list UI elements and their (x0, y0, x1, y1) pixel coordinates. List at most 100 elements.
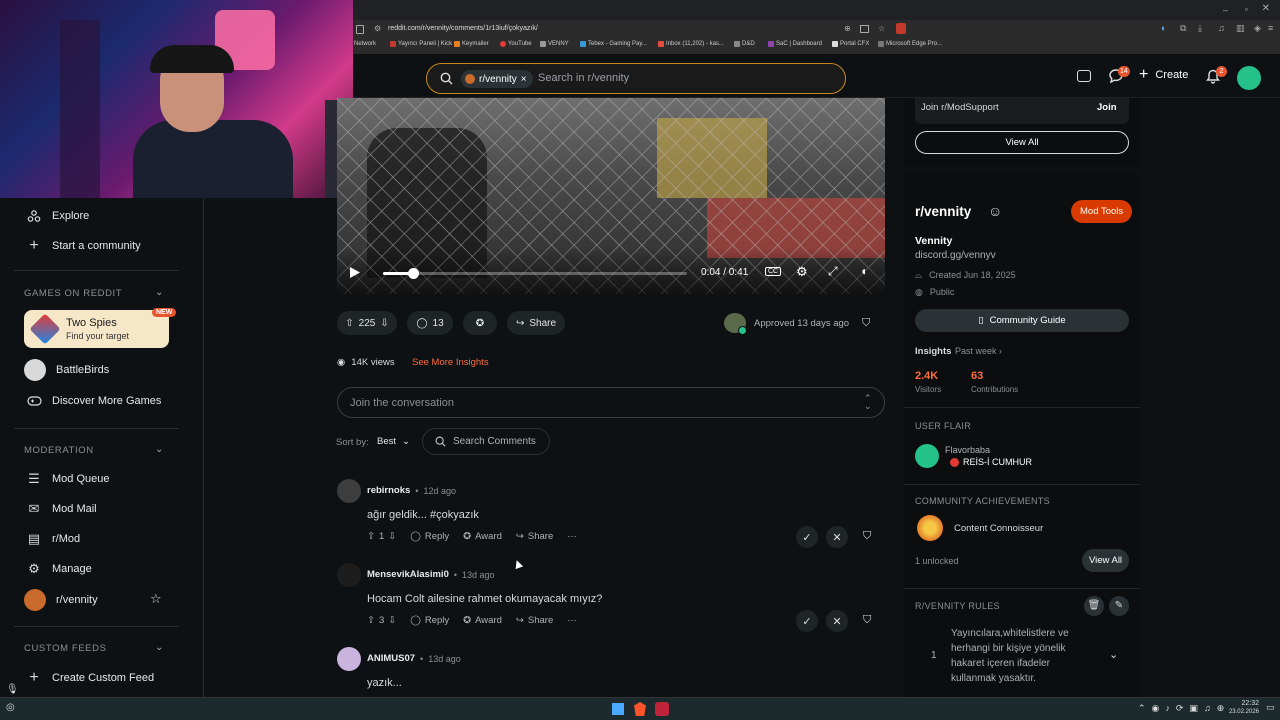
commenter-avatar[interactable] (337, 563, 361, 587)
chevron-down-icon[interactable]: ⌄ (1109, 648, 1118, 661)
sort-dropdown[interactable]: Best ⌄ (377, 436, 410, 447)
more-options-icon[interactable]: ··· (567, 615, 577, 626)
insights-link[interactable]: See More Insights (412, 357, 489, 368)
chevron-down-icon[interactable]: ⌄ (155, 287, 163, 298)
bookmark-item[interactable]: Keymailer (454, 41, 489, 47)
comments-button[interactable]: ◯ 13 (407, 311, 453, 335)
comment-input[interactable]: Join the conversation ⌃ ⌄ (337, 387, 885, 418)
extension-icon[interactable]: ⧉ (1180, 23, 1186, 34)
custom-feeds-section-header[interactable]: CUSTOM FEEDS (24, 643, 107, 654)
edit-community-icon[interactable]: ☺ (988, 203, 1002, 219)
mod-shield-icon[interactable]: ⛉ (863, 614, 871, 627)
menu-icon[interactable]: ≡ (1268, 23, 1273, 33)
app-icon[interactable] (860, 25, 869, 33)
volume-icon[interactable]: ◖ (860, 264, 867, 278)
moderation-section-header[interactable]: MODERATION (24, 445, 94, 456)
vpn-icon[interactable]: ◈ (1254, 23, 1261, 34)
bookmark-item[interactable]: SaC | Dashboard (768, 41, 822, 47)
create-button[interactable]: + Create (1139, 67, 1188, 83)
featured-game-card[interactable]: Two Spies Find your target NEW (24, 308, 177, 348)
commenter-avatar[interactable] (337, 479, 361, 503)
bookmark-item[interactable]: Tebex - Gaming Pay... (580, 41, 647, 47)
bookmark-item[interactable]: Portal CFX (832, 41, 869, 47)
tab-icon[interactable] (356, 25, 364, 34)
search-input[interactable]: Search in r/vennity (538, 72, 629, 84)
microphone-icon[interactable]: 🎙 (6, 684, 19, 695)
upvote-icon[interactable]: ⇧ (367, 615, 375, 626)
award-button[interactable]: ✪ Award (463, 531, 502, 542)
award-button[interactable]: ✪ (463, 311, 497, 335)
play-icon[interactable] (349, 266, 361, 279)
nav-manage[interactable]: ⚙ Manage (26, 561, 92, 577)
favorite-star-icon[interactable]: ☆ (150, 591, 162, 607)
mod-tools-button[interactable]: Mod Tools (1071, 200, 1133, 223)
audio-icon[interactable]: ◖ (1160, 23, 1165, 33)
edit-pencil-icon[interactable]: ✎ (1109, 596, 1129, 616)
approve-check-icon[interactable]: ✓ (796, 526, 818, 548)
commenter-avatar[interactable] (337, 647, 361, 671)
nav-mod-queue[interactable]: ☰ Mod Queue (26, 471, 109, 487)
downvote-icon[interactable]: ⇩ (388, 531, 396, 542)
close-window-icon[interactable]: ✕ (1262, 3, 1270, 14)
mod-shield-icon[interactable]: ⛉ (863, 530, 871, 543)
share-button[interactable]: ↪ Share (516, 615, 553, 626)
clock-time[interactable]: 22:32 (1229, 700, 1259, 707)
site-info-icon[interactable]: ⚙ (374, 24, 381, 33)
nav-community[interactable]: r/vennity (24, 589, 98, 611)
chevron-down-icon[interactable]: ⌄ (155, 444, 163, 455)
search-bar[interactable]: r/vennity × Search in r/vennity (426, 63, 846, 94)
award-button[interactable]: ✪ Award (463, 615, 502, 626)
downvote-icon[interactable]: ⇩ (388, 615, 396, 626)
settings-icon[interactable]: ⚙ (796, 264, 808, 280)
comment-author[interactable]: MensevikAlasimi0 (367, 569, 449, 580)
search-scope-chip[interactable]: r/vennity × (461, 70, 533, 88)
comment-author[interactable]: ANIMUS07 (367, 653, 415, 664)
reply-button[interactable]: ◯ Reply (410, 615, 449, 626)
notification-center-icon[interactable]: ▭ (1266, 702, 1275, 713)
share-button[interactable]: ↪ Share (516, 531, 553, 542)
mod-shield-icon[interactable]: ⛉ (862, 317, 870, 330)
delete-icon[interactable]: 🗑 (1084, 596, 1104, 616)
games-section-header[interactable]: GAMES ON REDDIT (24, 288, 122, 299)
nav-mod-mail[interactable]: ✉ Mod Mail (26, 501, 97, 517)
flair-tag[interactable]: REİS-İ CUMHUR (950, 457, 1032, 467)
captions-icon[interactable]: CC (765, 267, 782, 276)
share-button[interactable]: ↪ Share (507, 311, 565, 335)
approve-check-icon[interactable]: ✓ (796, 610, 818, 632)
remove-x-icon[interactable]: ✕ (826, 526, 848, 548)
nav-r-mod[interactable]: ▤ r/Mod (26, 531, 80, 547)
brave-shield-icon[interactable] (896, 23, 906, 34)
bookmark-item[interactable]: Yayıncı Paneli | Kick (390, 41, 452, 47)
bookmark-item[interactable]: YouTube (500, 41, 532, 47)
comment-author[interactable]: rebirnoks (367, 485, 410, 496)
brave-browser-icon[interactable] (634, 702, 646, 716)
widgets-icon[interactable]: ◎ (6, 702, 15, 713)
chevron-down-icon[interactable]: ⌄ (155, 642, 163, 653)
insights-period[interactable]: Past week › (955, 346, 1002, 356)
music-icon[interactable]: ♫ (1218, 23, 1225, 33)
upvote-icon[interactable]: ⇧ (367, 531, 375, 542)
bookmark-star-icon[interactable]: ☆ (878, 24, 885, 33)
nav-battlebirds[interactable]: BattleBirds (24, 359, 109, 381)
video-player[interactable]: 0:04 / 0:41 CC ⚙ ⤢ ◖ (337, 98, 885, 294)
community-guide-button[interactable]: ▯ Community Guide (915, 309, 1129, 332)
bookmark-item[interactable]: D&D (734, 41, 755, 47)
url-text[interactable]: reddit.com/r/vennity/comments/1r13iuf/ço… (388, 25, 538, 32)
remove-x-icon[interactable]: ✕ (826, 610, 848, 632)
view-all-achievements-button[interactable]: View All (1082, 549, 1129, 572)
zoom-icon[interactable]: ⊕ (844, 24, 851, 33)
resize-icon[interactable]: ⌃ ⌄ (864, 394, 872, 411)
system-tray-icons[interactable]: ⌃◉♪⟳▣♫⊕ (1138, 703, 1230, 714)
download-icon[interactable]: ⤓ (1198, 23, 1202, 34)
upvote-icon[interactable]: ⇧ (345, 318, 353, 329)
bookmark-item[interactable]: Network (354, 41, 376, 47)
user-avatar[interactable] (1237, 66, 1261, 90)
maximize-icon[interactable]: ▫ (1245, 4, 1248, 14)
app-icon[interactable] (655, 702, 669, 716)
downvote-icon[interactable]: ⇩ (380, 318, 388, 329)
nav-explore[interactable]: Explore (26, 208, 89, 224)
advertise-icon[interactable] (1077, 70, 1091, 82)
view-all-button[interactable]: View All (915, 131, 1129, 154)
remove-scope-icon[interactable]: × (521, 74, 527, 85)
fullscreen-icon[interactable]: ⤢ (828, 264, 838, 279)
